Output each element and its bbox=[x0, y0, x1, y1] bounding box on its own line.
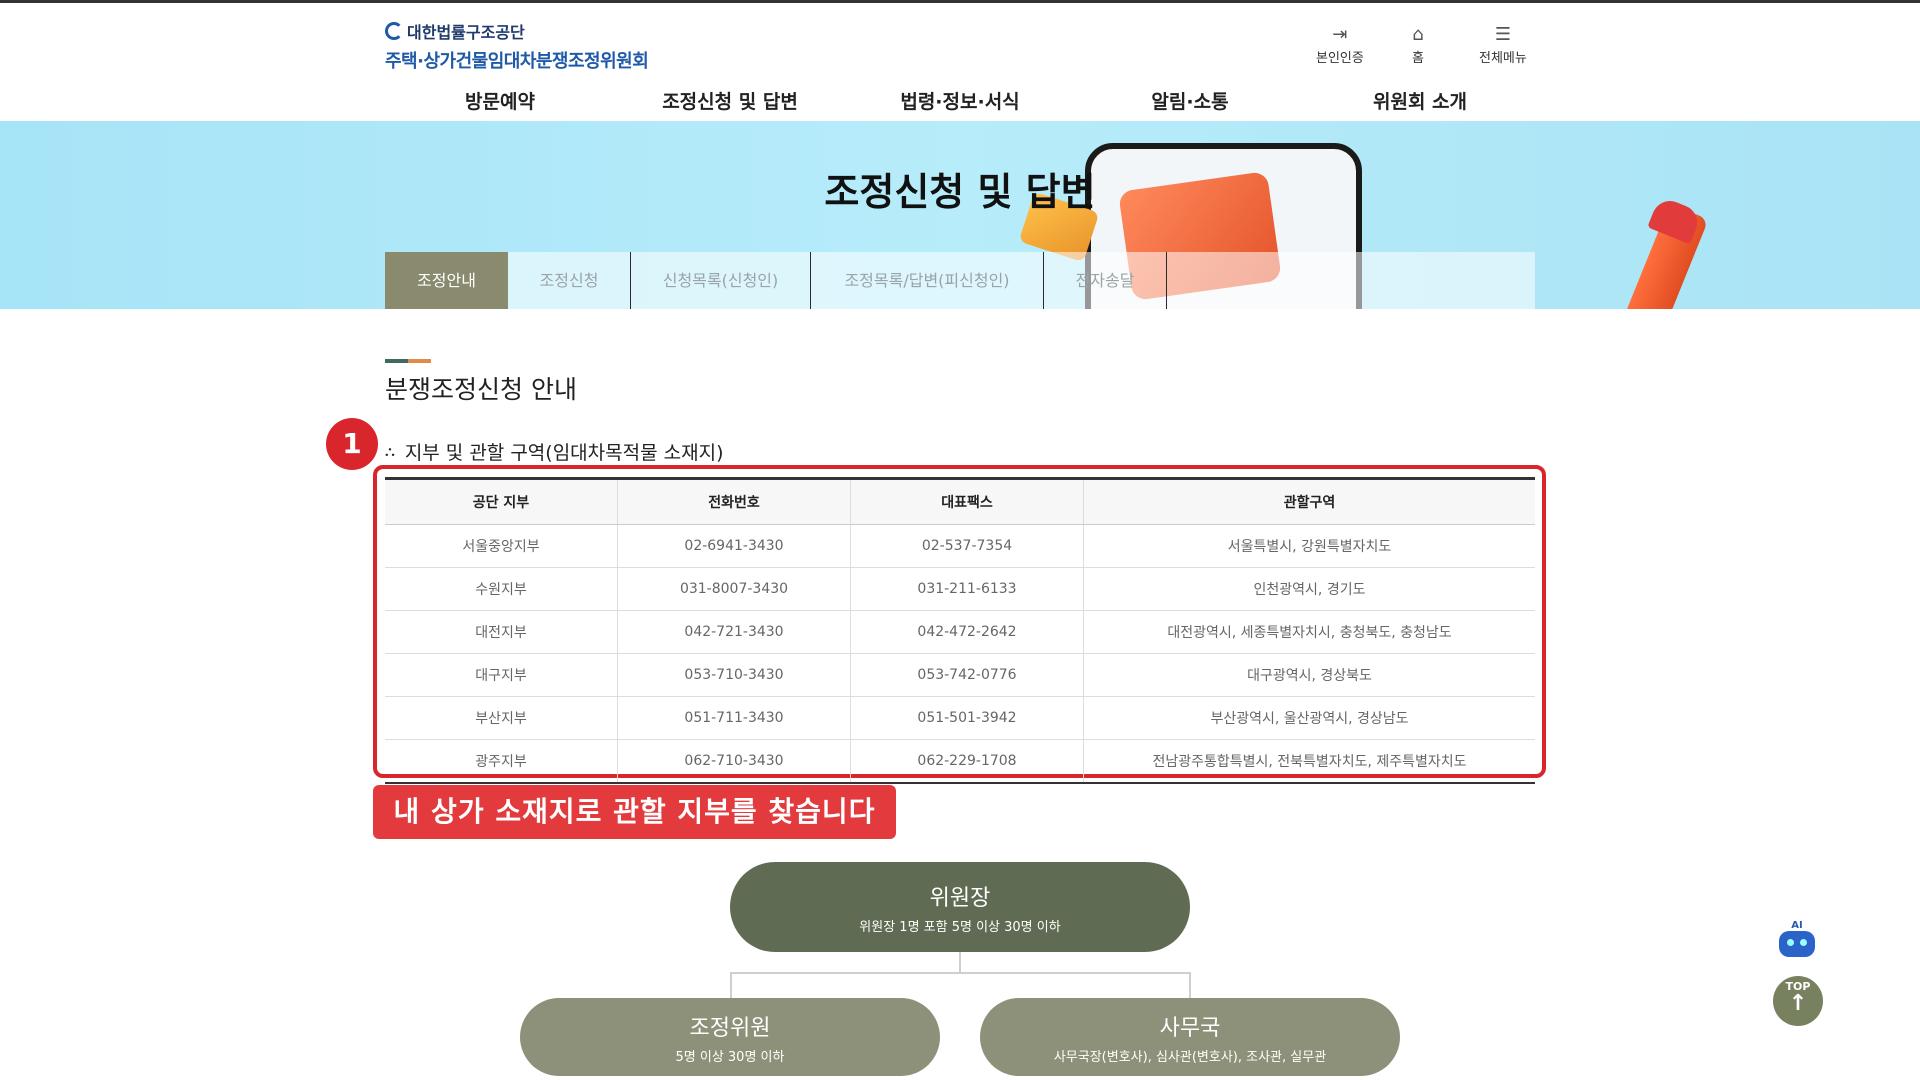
mediator-title: 조정위원 bbox=[689, 1016, 771, 1041]
ai-chatbot-button[interactable]: AI bbox=[1775, 920, 1819, 968]
nav-item-about[interactable]: 위원회 소개 bbox=[1373, 87, 1467, 114]
site-header: 대한법률구조공단 주택·상가건물임대차분쟁조정위원회 ⇥ 본인인증 ⌂ 홈 ☰ … bbox=[0, 3, 1920, 121]
tab-guide[interactable]: 조정안내 bbox=[385, 252, 508, 309]
logo-org-row: 대한법률구조공단 bbox=[385, 19, 648, 43]
col-fax: 대표팩스 bbox=[850, 478, 1084, 525]
cell-phone: 02-6941-3430 bbox=[617, 524, 851, 568]
cell-fax: 031-211-6133 bbox=[850, 567, 1084, 611]
org-tree-icon: ⛬ bbox=[385, 443, 395, 460]
tab-respondent-list[interactable]: 조정목록/답변(피신청인) bbox=[811, 252, 1044, 309]
robot-icon bbox=[1779, 931, 1815, 957]
table-row: 대전지부 042-721-3430 042-472-2642 대전광역시, 세종… bbox=[385, 610, 1535, 654]
nav-item-law[interactable]: 법령·정보·서식 bbox=[900, 87, 1019, 114]
org-node-office: 사무국 사무국장(변호사), 심사관(변호사), 조사관, 실무관 bbox=[980, 998, 1400, 1076]
cert-button[interactable]: ⇥ 본인인증 bbox=[1316, 23, 1364, 66]
page-title: 조정신청 및 답변 bbox=[824, 169, 1096, 214]
login-icon: ⇥ bbox=[1332, 24, 1348, 45]
menu-icon: ☰ bbox=[1494, 24, 1511, 45]
col-jurisdiction: 관할구역 bbox=[1083, 478, 1535, 525]
office-title: 사무국 bbox=[1159, 1016, 1221, 1041]
cell-jurisdiction: 대구광역시, 경상북도 bbox=[1083, 653, 1535, 697]
cert-label: 본인인증 bbox=[1316, 51, 1364, 66]
all-menu-label: 전체메뉴 bbox=[1479, 51, 1527, 66]
all-menu-button[interactable]: ☰ 전체메뉴 bbox=[1479, 23, 1527, 66]
org-connector bbox=[730, 972, 732, 998]
cell-fax: 053-742-0776 bbox=[850, 653, 1084, 697]
cell-fax: 02-537-7354 bbox=[850, 524, 1084, 568]
org-name: 대한법률구조공단 bbox=[407, 23, 525, 42]
cell-branch: 대전지부 bbox=[385, 610, 618, 654]
cell-jurisdiction: 대전광역시, 세종특별자치시, 충청북도, 충청남도 bbox=[1083, 610, 1535, 654]
ai-label: AI bbox=[1791, 920, 1803, 931]
cell-jurisdiction: 서울특별시, 강원특별자치도 bbox=[1083, 524, 1535, 568]
nav-item-mediation[interactable]: 조정신청 및 답변 bbox=[662, 87, 798, 114]
table-row: 부산지부 051-711-3430 051-501-3942 부산광역시, 울산… bbox=[385, 696, 1535, 740]
table-header-row: 공단 지부 전화번호 대표팩스 관할구역 bbox=[385, 478, 1535, 525]
arrow-up-icon: ↑ bbox=[1788, 991, 1808, 1016]
tab-apply[interactable]: 조정신청 bbox=[508, 252, 631, 309]
sub-tabs: 조정안내 조정신청 신청목록(신청인) 조정목록/답변(피신청인) 전자송달 bbox=[385, 252, 1535, 309]
cell-branch: 서울중앙지부 bbox=[385, 524, 618, 568]
home-icon: ⌂ bbox=[1412, 24, 1424, 45]
org-connector bbox=[959, 952, 961, 972]
cell-jurisdiction: 부산광역시, 울산광역시, 경상남도 bbox=[1083, 696, 1535, 740]
cell-phone: 031-8007-3430 bbox=[617, 567, 851, 611]
cell-phone: 062-710-3430 bbox=[617, 739, 851, 784]
main-nav: 방문예약 조정신청 및 답변 법령·정보·서식 알림·소통 위원회 소개 bbox=[385, 87, 1535, 123]
chair-desc: 위원장 1명 포함 5명 이상 30명 이하 bbox=[859, 920, 1061, 935]
home-button[interactable]: ⌂ 홈 bbox=[1412, 23, 1424, 66]
site-name: 주택·상가건물임대차분쟁조정위원회 bbox=[385, 51, 649, 72]
cell-fax: 062-229-1708 bbox=[850, 739, 1084, 784]
tab-applicant-list[interactable]: 신청목록(신청인) bbox=[631, 252, 811, 309]
cell-phone: 051-711-3430 bbox=[617, 696, 851, 740]
section-title: 분쟁조정신청 안내 bbox=[385, 375, 577, 404]
table-row: 광주지부 062-710-3430 062-229-1708 전남광주통합특별시… bbox=[385, 739, 1535, 784]
cell-jurisdiction: 전남광주통합특별시, 전북특별자치도, 제주특별자치도 bbox=[1083, 739, 1535, 784]
cell-fax: 051-501-3942 bbox=[850, 696, 1084, 740]
branch-table: 공단 지부 전화번호 대표팩스 관할구역 서울중앙지부 02-6941-3430… bbox=[385, 477, 1535, 784]
org-node-chair: 위원장 위원장 1명 포함 5명 이상 30명 이하 bbox=[730, 862, 1190, 952]
chair-title: 위원장 bbox=[929, 886, 991, 911]
org-connector bbox=[1189, 972, 1191, 998]
cell-branch: 수원지부 bbox=[385, 567, 618, 611]
cell-jurisdiction: 인천광역시, 경기도 bbox=[1083, 567, 1535, 611]
cell-branch: 부산지부 bbox=[385, 696, 618, 740]
tab-e-delivery[interactable]: 전자송달 bbox=[1044, 252, 1167, 309]
logo-mark-icon bbox=[385, 22, 403, 40]
org-connector bbox=[730, 972, 1190, 974]
table-row: 수원지부 031-8007-3430 031-211-6133 인천광역시, 경… bbox=[385, 567, 1535, 611]
cell-fax: 042-472-2642 bbox=[850, 610, 1084, 654]
callout-banner: 내 상가 소재지로 관할 지부를 찾습니다 bbox=[373, 785, 896, 839]
col-phone: 전화번호 bbox=[617, 478, 851, 525]
home-label: 홈 bbox=[1412, 51, 1424, 66]
section-accent-bar bbox=[385, 359, 431, 363]
step-badge: 1 bbox=[326, 418, 378, 470]
org-node-mediator: 조정위원 5명 이상 30명 이하 bbox=[520, 998, 940, 1076]
mediator-desc: 5명 이상 30명 이하 bbox=[675, 1050, 785, 1065]
table-row: 서울중앙지부 02-6941-3430 02-537-7354 서울특별시, 강… bbox=[385, 524, 1535, 568]
cell-branch: 광주지부 bbox=[385, 739, 618, 784]
site-logo[interactable]: 대한법률구조공단 주택·상가건물임대차분쟁조정위원회 bbox=[385, 19, 649, 73]
table-row: 대구지부 053-710-3430 053-742-0776 대구광역시, 경상… bbox=[385, 653, 1535, 697]
nav-item-notice[interactable]: 알림·소통 bbox=[1151, 87, 1228, 114]
office-desc: 사무국장(변호사), 심사관(변호사), 조사관, 실무관 bbox=[1053, 1050, 1327, 1065]
col-branch: 공단 지부 bbox=[385, 478, 618, 525]
cell-phone: 042-721-3430 bbox=[617, 610, 851, 654]
scroll-top-button[interactable]: TOP ↑ bbox=[1773, 976, 1823, 1026]
subsection-title: ⛬ 지부 및 관할 구역(임대차목적물 소재지) bbox=[385, 438, 723, 465]
subsection-title-text: 지부 및 관할 구역(임대차목적물 소재지) bbox=[404, 442, 724, 464]
nav-item-visit[interactable]: 방문예약 bbox=[465, 87, 535, 114]
cell-branch: 대구지부 bbox=[385, 653, 618, 697]
cell-phone: 053-710-3430 bbox=[617, 653, 851, 697]
